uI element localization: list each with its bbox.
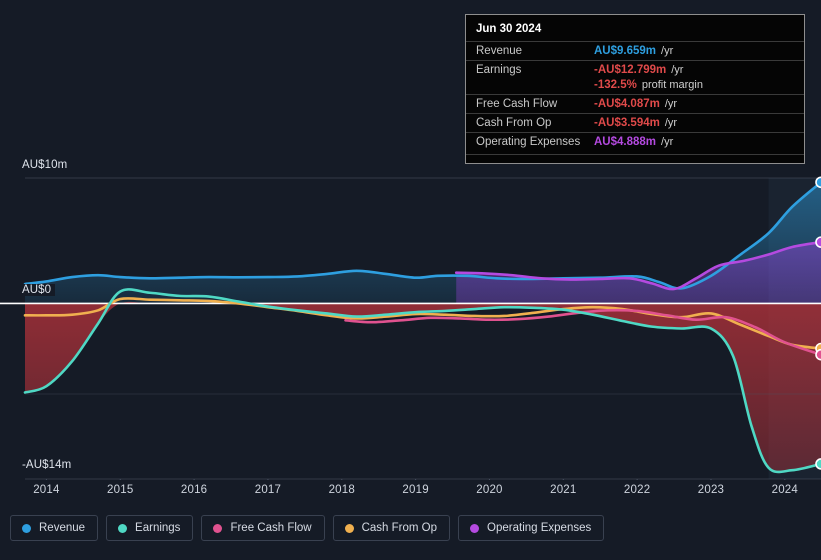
tooltip-row-label: Free Cash Flow [476, 98, 558, 110]
x-axis-tick-2023: 2023 [697, 484, 725, 496]
x-axis-tick-2019: 2019 [402, 484, 429, 496]
tooltip-row-label: Operating Expenses [476, 136, 581, 148]
legend-color-dot-icon [344, 523, 354, 533]
tooltip-row-suffix: /yr [664, 117, 678, 129]
tooltip-row: Revenue AU$9.659m/yr [466, 41, 804, 60]
tooltip-row-value: -AU$3.594m/yr [594, 117, 678, 129]
x-axis-tick-2024: 2024 [771, 484, 799, 496]
legend-item-label: Cash From Op [361, 522, 438, 534]
legend-item-label: Earnings [135, 522, 181, 534]
x-axis-tick-2020: 2020 [476, 484, 503, 496]
tooltip-row-value: -AU$12.799m/yr [594, 64, 684, 76]
legend-item-label: Operating Expenses [487, 522, 592, 534]
tooltip-row-label: Cash From Op [476, 117, 552, 129]
tooltip-row-suffix: /yr [661, 136, 674, 148]
tooltip-row-suffix: /yr [671, 64, 684, 76]
legend-item-operating-expenses[interactable]: Operating Expenses [458, 515, 605, 541]
x-axis-tick-2018: 2018 [328, 484, 355, 496]
legend-color-dot-icon [213, 523, 223, 533]
x-axis-tick-2014: 2014 [33, 484, 60, 496]
legend-color-dot-icon [22, 523, 31, 533]
x-axis-tick-2016: 2016 [180, 484, 208, 496]
tooltip-rows: Revenue AU$9.659m/yr Earnings -AU$12.799m/y… [466, 41, 804, 151]
x-axis-tick-2022: 2022 [623, 484, 651, 496]
x-axis-tick-2021: 2021 [550, 484, 577, 496]
tooltip-row-label: Earnings [476, 64, 522, 76]
y-axis-label-bottom: -AU$14m [22, 459, 76, 471]
tooltip-row: -132.5% profit margin [466, 79, 804, 94]
x-axis-tick-2017: 2017 [254, 484, 282, 496]
tooltip-row-value: -AU$4.087m/yr [594, 98, 678, 110]
tooltip-row-value: -132.5% profit margin [594, 79, 703, 91]
legend-item-cash-from-op[interactable]: Cash From Op [332, 515, 451, 541]
tooltip-row-suffix: /yr [661, 45, 674, 57]
legend-color-dot-icon [118, 523, 128, 533]
tooltip-row: Earnings -AU$12.799m/yr [466, 60, 804, 79]
y-axis-label-top: AU$10m [22, 159, 72, 171]
tooltip-row-value: AU$4.888m/yr [594, 136, 674, 148]
y-axis-label-zero: AU$0 [22, 284, 56, 296]
tooltip-row-suffix: profit margin [641, 79, 703, 91]
legend-item-revenue[interactable]: Revenue [10, 515, 99, 541]
legend-item-free-cash-flow[interactable]: Free Cash Flow [201, 515, 325, 541]
tooltip-row: Cash From Op -AU$3.594m/yr [466, 113, 804, 132]
tooltip-bottom-divider [466, 154, 804, 159]
x-axis-tick-2015: 2015 [107, 484, 134, 496]
tooltip-title: Jun 30 2024 [476, 23, 542, 35]
legend-item-earnings[interactable]: Earnings [106, 515, 194, 541]
legend-item-label: Revenue [39, 522, 86, 534]
tooltip-row: Free Cash Flow -AU$4.087m/yr [466, 94, 804, 113]
tooltip-row-value: AU$9.659m/yr [594, 45, 674, 57]
data-tooltip: Jun 30 2024 Revenue AU$9.659m/yr Earnings -… [465, 14, 805, 164]
tooltip-row-label: Revenue [476, 45, 523, 57]
tooltip-row: Operating Expenses AU$4.888m/yr [466, 132, 804, 151]
financial-chart: AU$10m AU$0 -AU$14m 2014 2015 2016 2017 2018… [0, 0, 821, 560]
chart-legend[interactable]: Revenue Earnings Free Cash Flow Cash From O… [10, 515, 605, 541]
legend-color-dot-icon [470, 523, 480, 533]
legend-item-label: Free Cash Flow [230, 522, 312, 534]
tooltip-row-suffix: /yr [664, 98, 678, 110]
